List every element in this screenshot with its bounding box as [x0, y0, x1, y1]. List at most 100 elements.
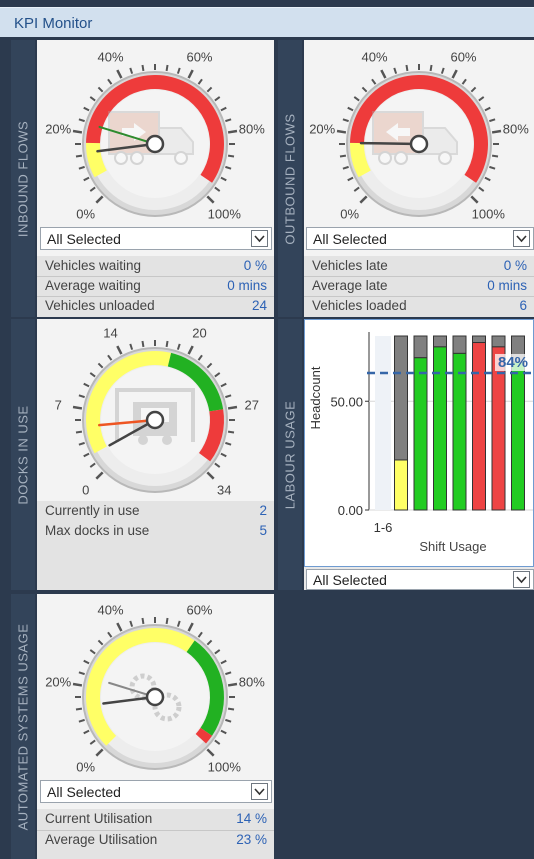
gauge-tick-mark: [206, 195, 215, 204]
gauge-tick-mark: [116, 69, 123, 79]
gauge-tick-mark: [353, 186, 360, 192]
gauge-tick-mark: [225, 165, 232, 170]
bar-remainder[interactable]: [433, 335, 447, 348]
bar[interactable]: [511, 361, 525, 511]
gauge-tick-mark: [470, 195, 479, 204]
gauge-tick-mark: [83, 382, 90, 388]
gauge-tick-mark: [225, 118, 232, 123]
gauge-tick-mark: [478, 186, 485, 192]
bar[interactable]: [452, 352, 467, 511]
gauge-tick-mark: [78, 165, 85, 170]
stat-row: Currently in use 2: [45, 503, 267, 518]
gauge-tick-mark: [116, 622, 123, 632]
bar[interactable]: [491, 346, 506, 511]
gauge-tick-mark: [478, 96, 485, 102]
gauge-tick-mark: [214, 649, 221, 655]
gauge-tick-mark: [227, 430, 235, 434]
gauge-tick-mark: [227, 682, 238, 687]
inbound-filter-dropdown[interactable]: All Selected: [40, 227, 272, 250]
gauge-tick-label: 80%: [239, 675, 265, 690]
stat-row: Average waiting 0 mins: [45, 278, 267, 293]
labour-usage-label: LABOUR USAGE: [278, 319, 302, 590]
bar-remainder[interactable]: [413, 335, 428, 359]
gauge-hub: [145, 134, 165, 154]
gauge-tick-mark: [97, 639, 104, 646]
gauge-tick-mark: [89, 96, 96, 102]
bar-remainder[interactable]: [491, 335, 506, 348]
gauge-tick-mark: [440, 67, 445, 74]
x-axis-label: Shift Usage: [419, 539, 486, 554]
gauge-tick-mark: [95, 195, 104, 204]
bar-remainder[interactable]: [472, 335, 486, 344]
gauge-tick-label: 60%: [186, 50, 212, 65]
gauge-tick-mark: [97, 86, 104, 93]
docks-in-use-label: DOCKS IN USE: [11, 319, 35, 590]
bar-remainder[interactable]: [394, 335, 408, 461]
gauge-tick-mark: [206, 362, 213, 369]
selected-column-highlight: [375, 336, 391, 510]
gauge-tick-mark: [95, 748, 104, 757]
chevron-down-icon[interactable]: [513, 230, 530, 247]
app-title: KPI Monitor: [14, 15, 93, 32]
gauge-tick-mark: [214, 462, 221, 468]
gauge-tick-mark: [214, 372, 221, 378]
stat-row: Vehicles late 0 %: [312, 258, 527, 273]
gauge-tick-mark: [342, 118, 349, 123]
gauge-tick-mark: [72, 405, 83, 410]
gauge-tick-mark: [227, 405, 238, 410]
gauge-tick-mark: [176, 620, 181, 627]
bar-remainder[interactable]: [452, 335, 467, 354]
stat-row: Max docks in use 5: [45, 523, 267, 538]
bar[interactable]: [394, 459, 408, 511]
gauge-tick-label: 20%: [309, 122, 335, 137]
automated-stats: Current Utilisation 14 % Average Utilisat…: [37, 809, 274, 859]
docks-gauge: 0 7 14 20 27 34: [55, 326, 259, 498]
gauge-tick-mark: [461, 78, 467, 85]
gauge-tick-mark: [393, 67, 398, 74]
gauge-tick-mark: [83, 659, 90, 665]
labour-chart-svg: 0.00 50.00 Headcount 84% 1-6 Shift Usage: [308, 332, 533, 554]
gauge-tick-mark: [220, 106, 227, 112]
docks-in-use-panel: 0 7 14 20 27 34 Currently in use 2 Max docks i…: [37, 319, 274, 590]
chevron-down-icon[interactable]: [513, 571, 530, 588]
gauge-tick-label: 40%: [361, 50, 387, 65]
gauge-tick-mark: [72, 129, 83, 134]
chevron-down-icon[interactable]: [251, 230, 268, 247]
gauge-tick-mark: [187, 69, 194, 79]
gauge-tick-mark: [342, 165, 349, 170]
automated-systems-panel: 0% 20% 40% 60% 80% 100% All Selected Current …: [37, 594, 274, 859]
gauge-tick-mark: [214, 739, 221, 745]
automated-gauge: 0% 20% 40% 60% 80% 100%: [45, 603, 265, 775]
labour-filter-dropdown[interactable]: All Selected: [306, 569, 534, 590]
docks-stats: Currently in use 2 Max docks in use 5: [37, 501, 274, 590]
automated-filter-dropdown[interactable]: All Selected: [40, 780, 272, 803]
gauge-tick-mark: [78, 118, 85, 123]
outbound-filter-dropdown[interactable]: All Selected: [306, 227, 534, 250]
chevron-down-icon[interactable]: [251, 783, 268, 800]
gauge-tick-mark: [75, 707, 83, 711]
x-tick-label: 1-6: [374, 520, 393, 535]
gauge-tick-mark: [484, 176, 491, 182]
gauge-tick-mark: [225, 441, 232, 446]
inbound-flows-panel: 0% 20% 40% 60% 80% 100% All Selected Vehicles…: [37, 40, 274, 317]
bar[interactable]: [472, 342, 486, 511]
bar[interactable]: [413, 357, 428, 511]
gauge-tick-mark: [206, 639, 213, 646]
labour-usage-panel: 0.00 50.00 Headcount 84% 1-6 Shift Usage All …: [304, 319, 534, 590]
gauge-tick-label: 0%: [76, 206, 95, 221]
gauge-tick-mark: [206, 86, 213, 93]
outbound-flows-panel: 0% 20% 40% 60% 80% 100% All Selected Vehicles…: [304, 40, 534, 317]
gauge-tick-mark: [339, 154, 347, 158]
gauge-tick-mark: [197, 354, 203, 361]
gauge-tick-mark: [227, 129, 238, 134]
gauge-tick-mark: [89, 372, 96, 378]
gauge-tick-mark: [187, 622, 194, 632]
target-label: 84%: [498, 354, 528, 371]
gauge-tick-mark: [75, 154, 83, 158]
gauge-tick-mark: [187, 345, 194, 355]
bar[interactable]: [433, 346, 447, 511]
gauge-tick-label: 20%: [45, 675, 71, 690]
stat-row: Vehicles loaded 6: [312, 298, 527, 313]
outbound-flows-label: OUTBOUND FLOWS: [278, 40, 302, 317]
gauge-tick-mark: [197, 78, 203, 85]
